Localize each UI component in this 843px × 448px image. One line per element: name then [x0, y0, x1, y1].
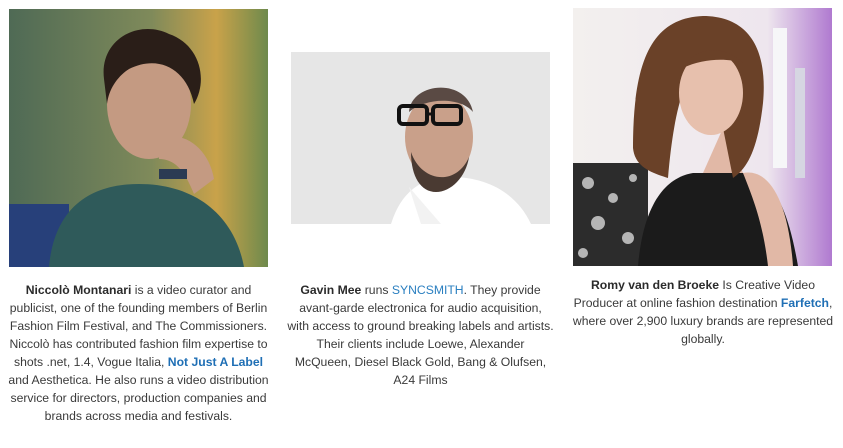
link-farfetch[interactable]: Farfetch	[781, 296, 829, 310]
portrait-photo-romy	[573, 8, 832, 266]
bio-romy: Romy van den Broeke Is Creative Video Pr…	[572, 278, 834, 346]
bio-niccolo: Niccolò Montanari is a video curator and…	[8, 283, 269, 423]
name-niccolo: Niccolò Montanari	[25, 283, 132, 297]
name-gavin: Gavin Mee	[300, 283, 362, 297]
bio-gavin: Gavin Mee runs SYNCSMITH. They provide a…	[287, 283, 554, 387]
portrait-photo-gavin	[291, 52, 550, 224]
name-romy: Romy van den Broeke	[591, 278, 720, 292]
portrait-photo-niccolo	[9, 9, 268, 267]
link-not-just-a-label[interactable]: Not Just A Label	[168, 355, 263, 369]
link-syncsmith[interactable]: SYNCSMITH	[392, 283, 464, 297]
